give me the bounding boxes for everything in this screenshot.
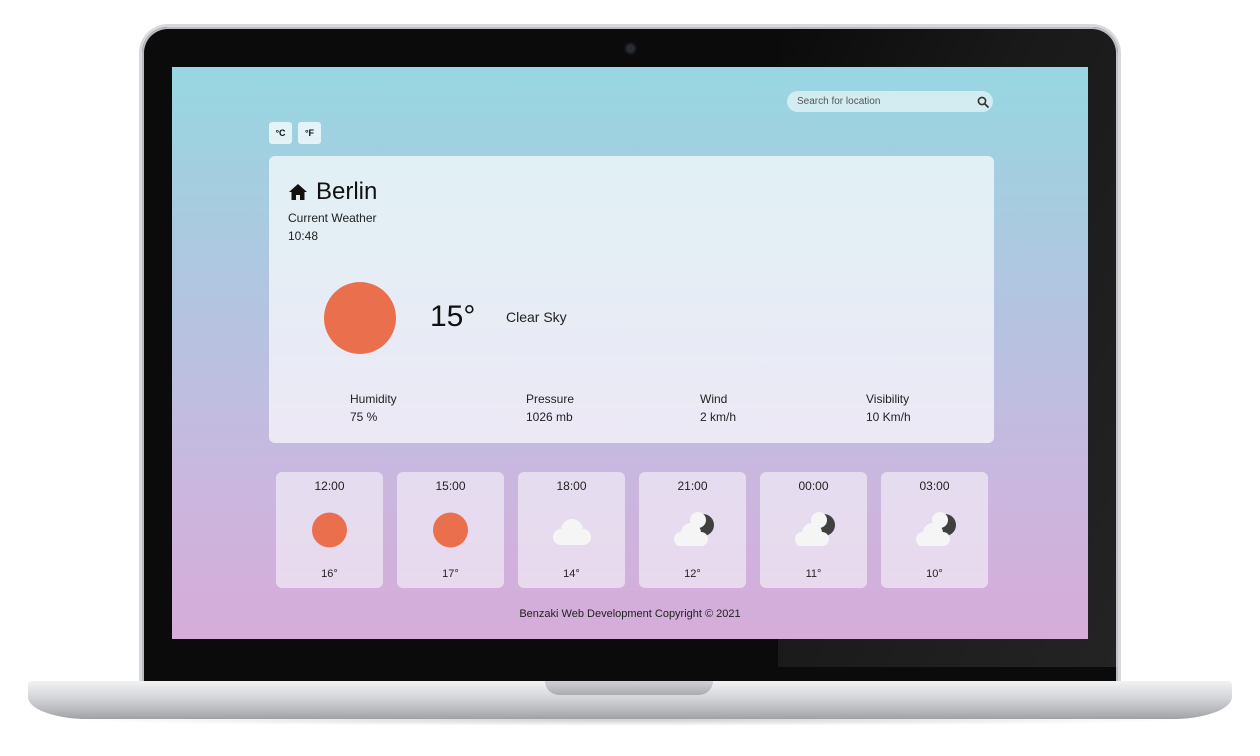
- search-input[interactable]: [795, 95, 973, 108]
- forecast-temp: 14°: [563, 568, 580, 580]
- fahrenheit-button[interactable]: °F: [298, 122, 321, 144]
- stat-wind: Wind 2 km/h: [700, 390, 736, 426]
- webcam-icon: [626, 44, 635, 53]
- cloud-moon-icon: [674, 512, 714, 546]
- weather-condition: Clear Sky: [506, 309, 567, 325]
- stat-value: 75 %: [350, 410, 378, 424]
- forecast-temp: 10°: [926, 568, 943, 580]
- forecast-time: 12:00: [314, 479, 345, 493]
- forecast-time: 15:00: [435, 479, 466, 493]
- stat-label: Humidity: [350, 392, 397, 406]
- forecast-card[interactable]: 00:00 11°: [760, 472, 867, 588]
- cloud-moon-icon: [795, 512, 835, 546]
- forecast-time: 00:00: [798, 479, 829, 493]
- laptop-notch: [545, 681, 713, 695]
- search-bar: [787, 91, 993, 112]
- city-name: Berlin: [316, 178, 378, 205]
- forecast-temp: 11°: [805, 568, 822, 580]
- current-time: 10:48: [288, 229, 319, 243]
- stat-label: Visibility: [866, 392, 910, 406]
- search-icon[interactable]: [973, 92, 993, 112]
- cloud-icon: [553, 519, 591, 545]
- stat-humidity: Humidity 75 %: [350, 390, 397, 426]
- unit-toggle: °C °F: [269, 122, 321, 144]
- current-weather-label: Current Weather: [288, 211, 377, 225]
- celsius-button[interactable]: °C: [269, 122, 292, 144]
- forecast-card[interactable]: 21:00 12°: [639, 472, 746, 588]
- stat-value: 2 km/h: [700, 410, 737, 424]
- forecast-time: 18:00: [556, 479, 587, 493]
- current-weather-card: Berlin Current Weather 10:48 15° Clear S…: [269, 156, 994, 443]
- home-icon: [289, 184, 307, 200]
- stat-label: Pressure: [526, 392, 575, 406]
- forecast-card[interactable]: 12:00 16°: [276, 472, 383, 588]
- forecast-temp: 12°: [684, 568, 701, 580]
- sun-icon: [312, 512, 347, 548]
- forecast-card[interactable]: 15:00 17°: [397, 472, 504, 588]
- forecast-card[interactable]: 03:00 10°: [881, 472, 988, 588]
- stat-label: Wind: [700, 392, 728, 406]
- stat-value: 10 Km/h: [866, 410, 911, 424]
- forecast-card[interactable]: 18:00 14°: [518, 472, 625, 588]
- footer-copyright: Benzaki Web Development Copyright © 2021: [519, 608, 741, 620]
- forecast-time: 03:00: [919, 479, 950, 493]
- stat-pressure: Pressure 1026 mb: [526, 390, 574, 426]
- sun-icon: [324, 282, 396, 354]
- forecast-temp: 16°: [321, 568, 338, 580]
- sun-icon: [433, 512, 468, 548]
- city-heading: Berlin: [288, 178, 377, 206]
- forecast-time: 21:00: [677, 479, 708, 493]
- stat-visibility: Visibility 10 Km/h: [866, 390, 911, 426]
- app-screen: °C °F Berlin Current Weather 10:48 15° C…: [172, 67, 1088, 639]
- current-temperature: 15°: [430, 300, 476, 333]
- cloud-moon-icon: [916, 512, 956, 546]
- forecast-temp: 17°: [442, 568, 459, 580]
- stat-value: 1026 mb: [526, 410, 573, 424]
